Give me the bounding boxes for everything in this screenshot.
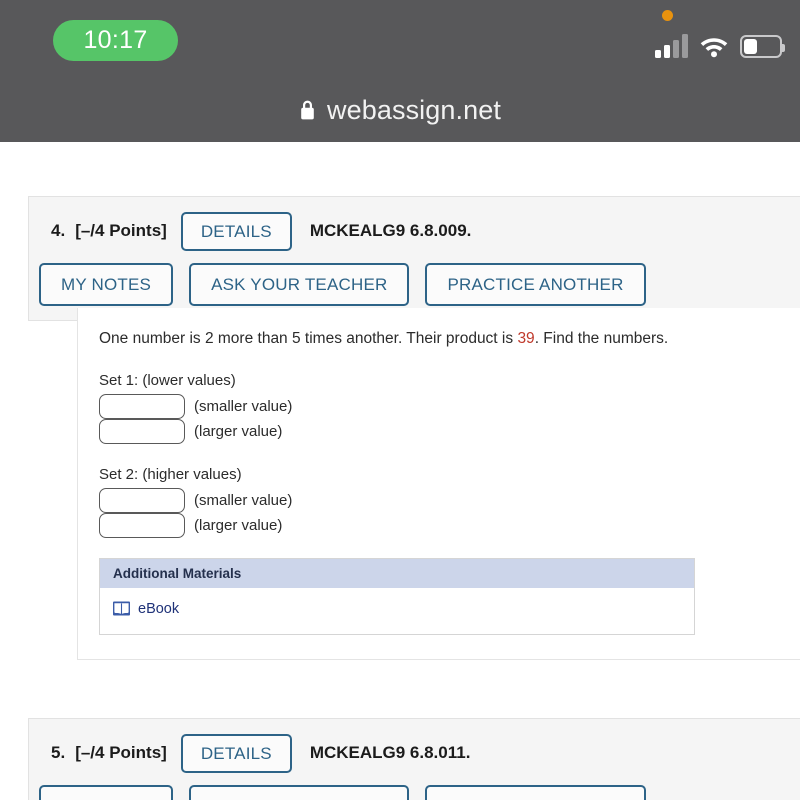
set-2-smaller-value-note: (smaller value): [194, 491, 293, 509]
privacy-indicator-dot: [662, 10, 673, 21]
status-bar-clock: 10:17: [83, 26, 148, 54]
practice-another-button[interactable]: PRACTICE ANOTHER: [425, 785, 646, 800]
details-button[interactable]: DETAILS: [180, 211, 292, 251]
set-1-smaller-value-note: (smaller value): [194, 397, 293, 415]
set-2-row-larger: (larger value): [99, 512, 800, 538]
ebook-link[interactable]: eBook: [138, 601, 179, 617]
question-body-4: One number is 2 more than 5 times anothe…: [77, 308, 800, 660]
prompt-text-after: . Find the numbers.: [534, 330, 669, 347]
my-notes-button[interactable]: MY NOTES: [39, 263, 174, 306]
set-2-smaller-value-input[interactable]: [99, 487, 185, 513]
question-number: 5.: [51, 743, 66, 762]
wifi-icon: [699, 34, 729, 58]
additional-materials-list: eBook: [100, 588, 694, 634]
ask-your-teacher-button[interactable]: ASK YOUR TEACHER: [189, 263, 410, 306]
set-1-larger-value-input[interactable]: [99, 418, 185, 444]
additional-materials-header: Additional Materials: [100, 558, 694, 588]
cellular-signal-icon: [655, 34, 688, 58]
question-points: [–/4 Points]: [75, 221, 167, 240]
browser-chrome: 10:17 webassign.net: [0, 0, 800, 142]
practice-another-button[interactable]: PRACTICE ANOTHER: [425, 263, 646, 306]
question-code: MCKEALG9 6.8.011.: [309, 743, 471, 762]
recording-time-pill[interactable]: 10:17: [53, 20, 178, 61]
ask-your-teacher-button[interactable]: ASK YOUR TEACHER: [189, 785, 410, 800]
status-bar-indicators: [655, 24, 785, 58]
set-1-larger-value-note: (larger value): [194, 422, 283, 440]
book-icon: [113, 601, 130, 616]
question-prompt: One number is 2 more than 5 times anothe…: [99, 328, 800, 350]
url-text: webassign.net: [327, 94, 501, 125]
my-notes-button[interactable]: MY NOTES: [39, 785, 174, 800]
question-header-5: 5. [–/4 Points] DETAILS MCKEALG9 6.8.011…: [28, 718, 800, 800]
webassign-page: 4. [–/4 Points] DETAILS MCKEALG9 6.8.009…: [0, 142, 800, 800]
additional-materials-box: Additional Materials eBook: [99, 557, 695, 635]
question-number: 4.: [51, 221, 66, 240]
url-bar[interactable]: webassign.net: [0, 78, 800, 142]
set-1-row-larger: (larger value): [99, 418, 800, 444]
set-1-label: Set 1: (lower values): [99, 371, 236, 389]
details-button[interactable]: DETAILS: [180, 733, 292, 773]
prompt-highlight-value: 39: [517, 330, 535, 347]
question-action-buttons: MY NOTES ASK YOUR TEACHER PRACTICE ANOTH…: [39, 263, 800, 306]
battery-icon: [740, 35, 785, 58]
set-2-larger-value-input[interactable]: [99, 512, 185, 538]
question-header-4: 4. [–/4 Points] DETAILS MCKEALG9 6.8.009…: [28, 196, 800, 321]
set-1-row-smaller: (smaller value): [99, 393, 800, 419]
question-header-row-primary: 4. [–/4 Points] DETAILS MCKEALG9 6.8.009…: [51, 209, 800, 253]
status-bar: 10:17: [0, 0, 800, 78]
question-header-row-primary: 5. [–/4 Points] DETAILS MCKEALG9 6.8.011…: [51, 731, 800, 775]
prompt-text-before: One number is 2 more than 5 times anothe…: [99, 330, 518, 347]
set-2-row-smaller: (smaller value): [99, 487, 800, 513]
phone-screenshot: 10:17 webassign.net 4. [–/4 Points] DETA…: [0, 0, 800, 800]
set-2-label: Set 2: (higher values): [99, 465, 242, 483]
lock-icon: [299, 99, 316, 121]
set-2-larger-value-note: (larger value): [194, 516, 283, 534]
question-code: MCKEALG9 6.8.009.: [309, 221, 472, 240]
question-action-buttons: MY NOTES ASK YOUR TEACHER PRACTICE ANOTH…: [39, 785, 800, 800]
set-1-smaller-value-input[interactable]: [99, 393, 185, 419]
question-points: [–/4 Points]: [75, 743, 167, 762]
